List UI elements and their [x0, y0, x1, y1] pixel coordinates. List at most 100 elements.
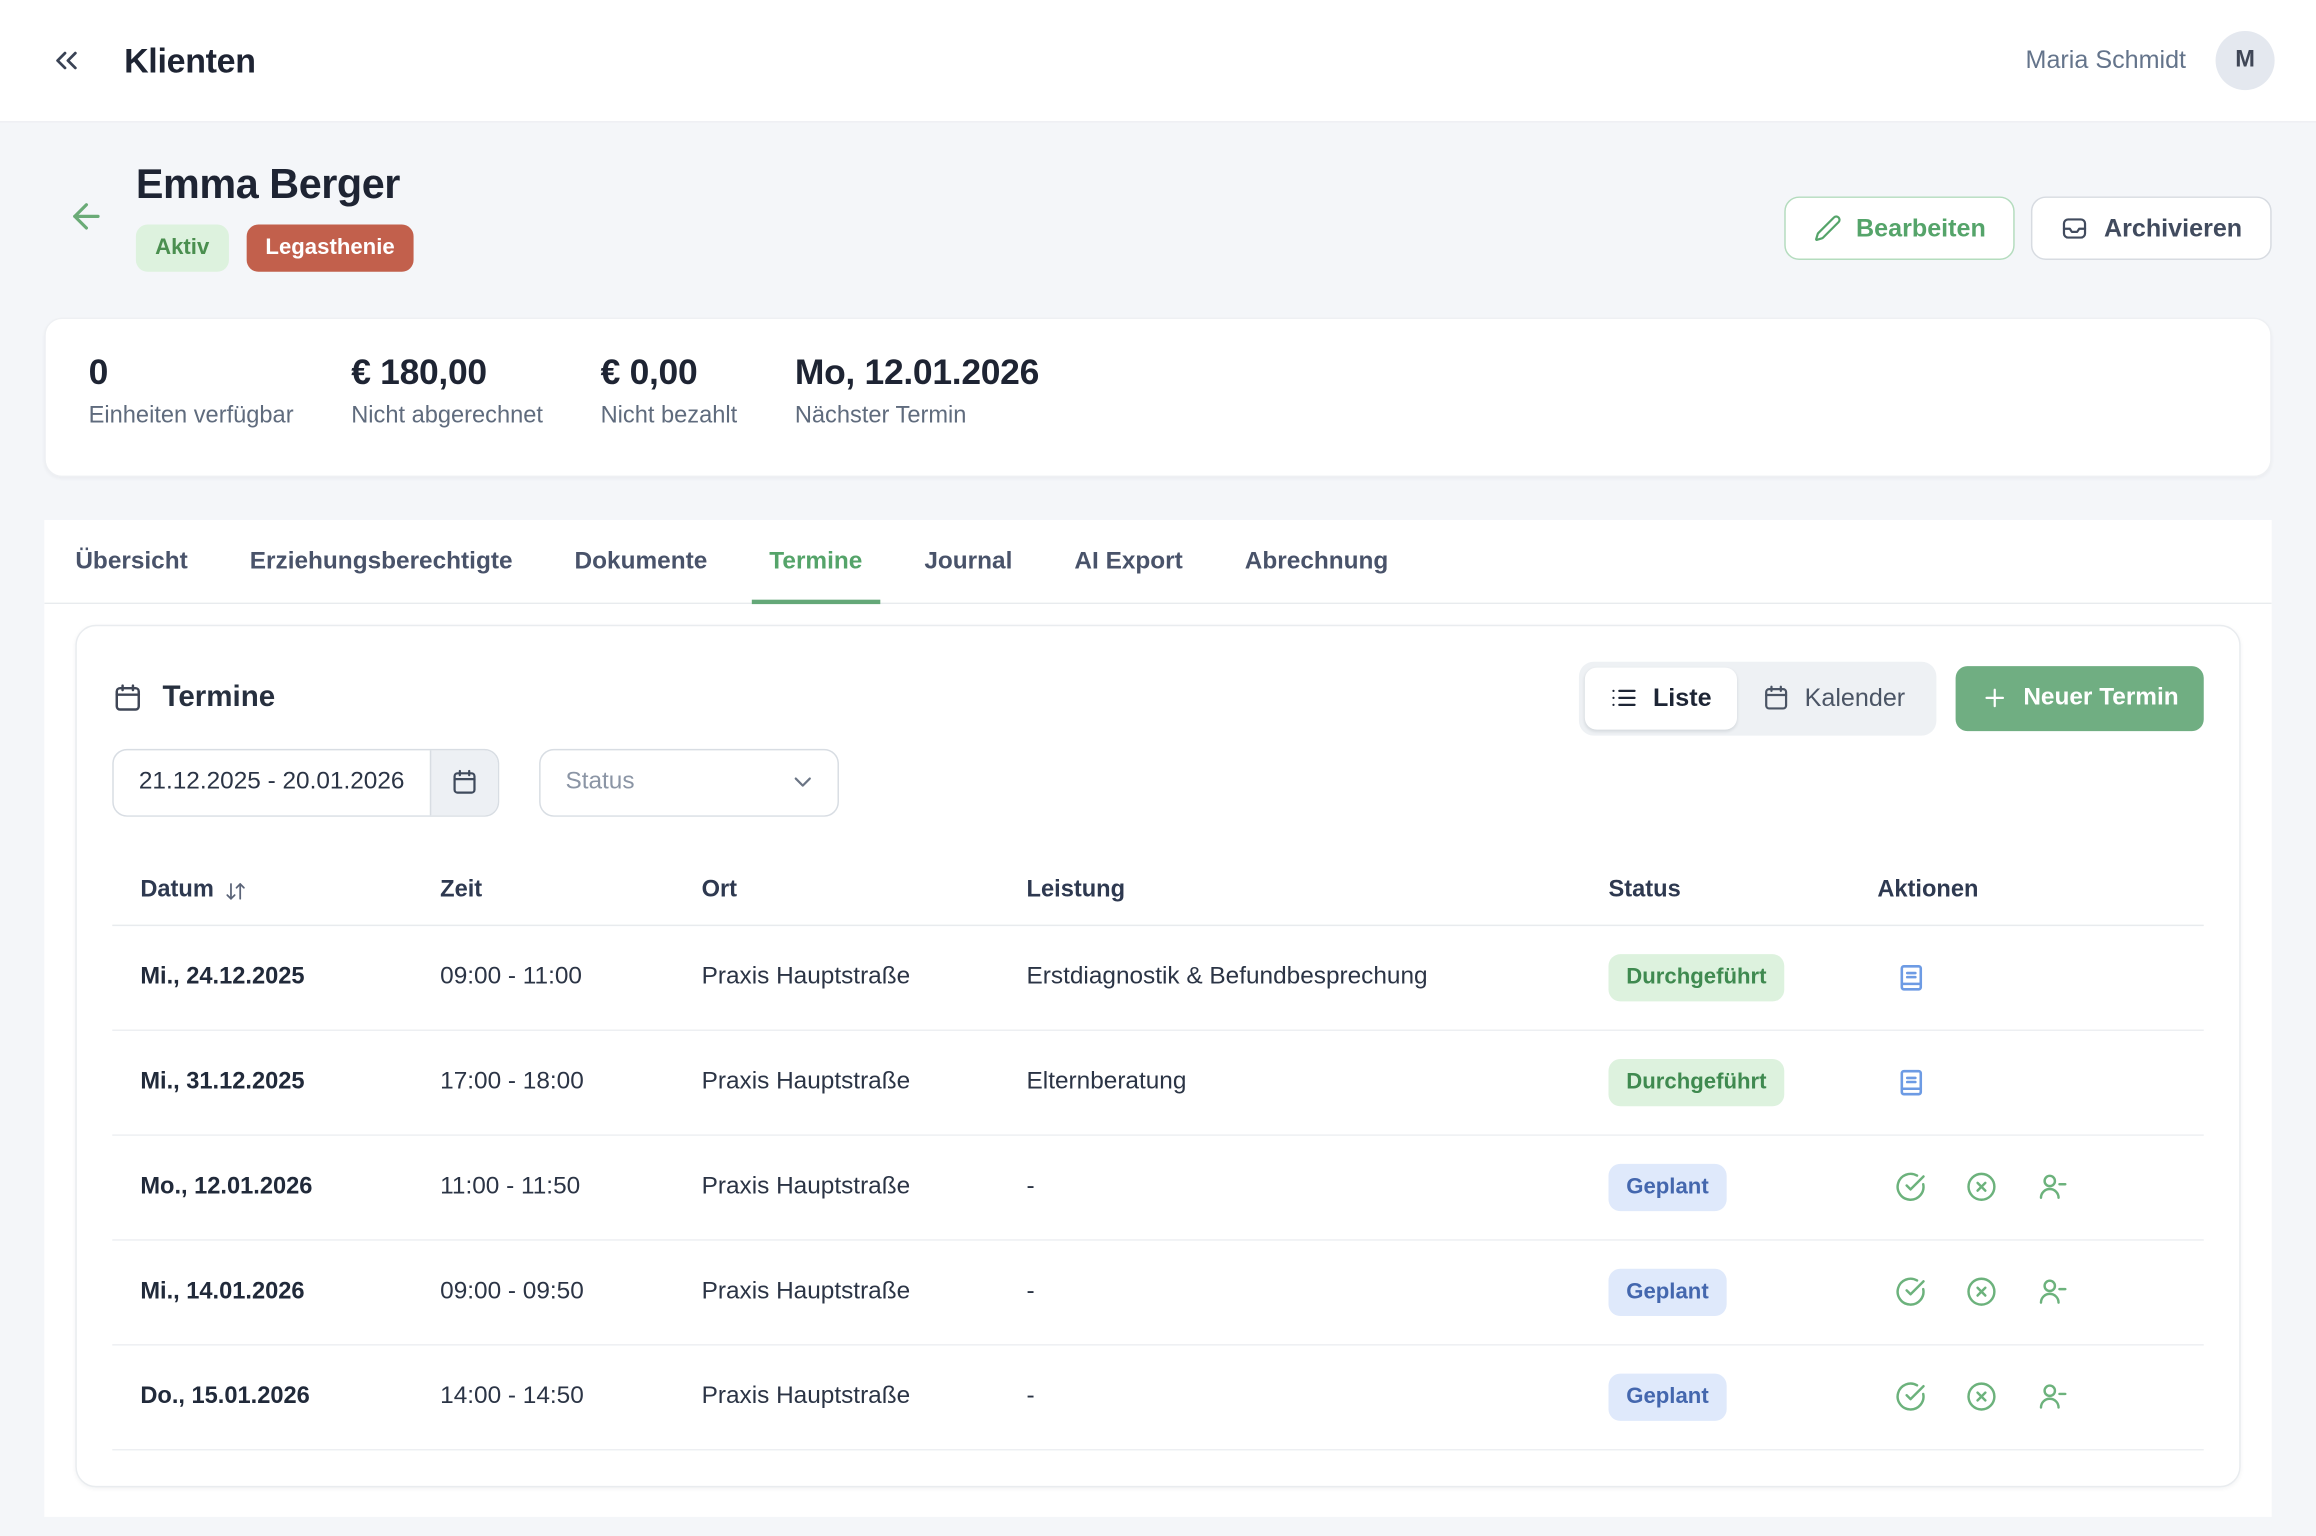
column-header-ort: Ort: [702, 877, 1027, 904]
stat-label: Einheiten verfügbar: [89, 402, 294, 429]
status-badge: Geplant: [1608, 1268, 1726, 1315]
status-badge: Durchgeführt: [1608, 1058, 1784, 1105]
status-badge: Durchgeführt: [1608, 953, 1784, 1000]
complete-action-button[interactable]: [1895, 1276, 1926, 1307]
arrow-left-icon: [66, 196, 106, 236]
column-header-aktionen: Aktionen: [1877, 877, 2175, 904]
tab-dokumente[interactable]: Dokumente: [557, 519, 725, 603]
chevrons-left-icon: [49, 43, 84, 78]
stats-card: 0Einheiten verfügbar€ 180,00Nicht abgere…: [44, 317, 2271, 477]
cell-status: Geplant: [1608, 1268, 1877, 1315]
cell-status: Geplant: [1608, 1373, 1877, 1420]
cell-service: Erstdiagnostik & Befundbesprechung: [1027, 963, 1609, 991]
cancel-action-button[interactable]: [1966, 1171, 1997, 1202]
cell-service: -: [1027, 1383, 1609, 1411]
status-badge: Geplant: [1608, 1373, 1726, 1420]
edit-button[interactable]: Bearbeiten: [1784, 196, 2016, 260]
tab-bar: Übersicht Erziehungsberechtigte Dokumente T…: [44, 519, 2271, 603]
view-toggle-calendar-label: Kalender: [1805, 683, 1906, 713]
archive-button[interactable]: Archivieren: [2032, 196, 2272, 260]
view-toggle-list-label: Liste: [1653, 683, 1712, 713]
cell-time: 09:00 - 11:00: [440, 963, 701, 991]
cell-time: 17:00 - 18:00: [440, 1068, 701, 1096]
table-header-row: Datum Zeit Ort Leistung Status Aktionen: [112, 857, 2203, 925]
status-badge: Geplant: [1608, 1163, 1726, 1210]
column-label: Status: [1608, 877, 1680, 904]
cancel-action-button[interactable]: [1966, 1276, 1997, 1307]
column-label: Zeit: [440, 877, 482, 904]
client-name: Emma Berger: [136, 161, 414, 208]
tab-ai-export[interactable]: AI Export: [1057, 519, 1201, 603]
journal-action-button[interactable]: [1895, 961, 1927, 993]
date-range-value: 21.12.2025 - 20.01.2026: [114, 750, 430, 815]
table-row: Mi., 31.12.202517:00 - 18:00Praxis Haupt…: [112, 1030, 2203, 1135]
tab-ubersicht[interactable]: Übersicht: [58, 519, 206, 603]
tab-journal[interactable]: Journal: [907, 519, 1030, 603]
absent-action-button[interactable]: [2037, 1276, 2068, 1307]
cell-date: Mo., 12.01.2026: [140, 1174, 440, 1201]
cell-service: -: [1027, 1173, 1609, 1201]
column-label: Aktionen: [1877, 877, 1978, 904]
client-detail-panel: Übersicht Erziehungsberechtigte Dokumente T…: [44, 519, 2271, 1516]
avatar[interactable]: M: [2216, 31, 2275, 90]
cell-actions: [1877, 961, 2175, 993]
journal-icon: [1895, 1066, 1927, 1098]
cell-status: Geplant: [1608, 1163, 1877, 1210]
column-header-status: Status: [1608, 877, 1877, 904]
column-label: Leistung: [1027, 877, 1125, 904]
journal-action-button[interactable]: [1895, 1066, 1927, 1098]
termine-card: Termine Liste Kalender: [75, 624, 2240, 1487]
view-toggle-list[interactable]: Liste: [1585, 667, 1737, 729]
new-appointment-button[interactable]: Neuer Termin: [1955, 665, 2203, 730]
stat-value: € 0,00: [601, 352, 738, 393]
absent-action-button[interactable]: [2037, 1381, 2068, 1412]
cell-time: 11:00 - 11:50: [440, 1173, 701, 1201]
tab-termine[interactable]: Termine: [752, 519, 880, 603]
cancel-action-button[interactable]: [1966, 1381, 1997, 1412]
user-name: Maria Schmidt: [2026, 46, 2186, 76]
column-label: Ort: [702, 877, 737, 904]
tab-abrechnung[interactable]: Abrechnung: [1227, 519, 1406, 603]
cell-date: Mi., 14.01.2026: [140, 1278, 440, 1305]
cell-date: Do., 15.01.2026: [140, 1383, 440, 1410]
absent-action-button[interactable]: [2037, 1171, 2068, 1202]
table-row: Do., 15.01.202614:00 - 14:50Praxis Haupt…: [112, 1345, 2203, 1450]
sidebar-collapse-button[interactable]: [41, 35, 91, 85]
complete-action-button[interactable]: [1895, 1171, 1926, 1202]
cell-actions: [1877, 1381, 2175, 1412]
cell-location: Praxis Hauptstraße: [702, 1068, 1027, 1096]
cell-actions: [1877, 1276, 2175, 1307]
cell-actions: [1877, 1066, 2175, 1098]
cell-time: 14:00 - 14:50: [440, 1383, 701, 1411]
column-header-zeit: Zeit: [440, 877, 701, 904]
pencil-icon: [1813, 214, 1841, 242]
column-label: Datum: [140, 877, 214, 904]
column-header-datum[interactable]: Datum: [140, 877, 440, 904]
date-range-input[interactable]: 21.12.2025 - 20.01.2026: [112, 748, 499, 816]
stat-block: Mo, 12.01.2026Nächster Termin: [795, 352, 1039, 441]
user-minus-icon: [2037, 1381, 2068, 1412]
back-button[interactable]: [66, 196, 106, 236]
complete-action-button[interactable]: [1895, 1381, 1926, 1412]
cell-date: Mi., 24.12.2025: [140, 964, 440, 991]
date-picker-button[interactable]: [430, 750, 498, 815]
view-toggle-calendar[interactable]: Kalender: [1737, 667, 1931, 729]
cell-status: Durchgeführt: [1608, 953, 1877, 1000]
calendar-icon: [1762, 684, 1790, 712]
status-filter-placeholder: Status: [565, 768, 634, 796]
status-badge-active: Aktiv: [136, 225, 229, 272]
page-title: Klienten: [124, 41, 256, 81]
cell-status: Durchgeführt: [1608, 1058, 1877, 1105]
edit-button-label: Bearbeiten: [1856, 213, 1986, 243]
stat-block: € 180,00Nicht abgerechnet: [351, 352, 543, 441]
client-header: Emma Berger Aktiv Legasthenie Bearbeiten…: [44, 161, 2271, 271]
status-filter-select[interactable]: Status: [539, 748, 839, 816]
column-header-leistung: Leistung: [1027, 877, 1609, 904]
tab-erziehungsberechtigte[interactable]: Erziehungsberechtigte: [232, 519, 530, 603]
card-title: Termine: [162, 681, 275, 715]
cell-location: Praxis Hauptstraße: [702, 1173, 1027, 1201]
stat-label: Nächster Termin: [795, 402, 1039, 429]
cell-location: Praxis Hauptstraße: [702, 1278, 1027, 1306]
cell-service: Elternberatung: [1027, 1068, 1609, 1096]
list-icon: [1610, 684, 1638, 712]
